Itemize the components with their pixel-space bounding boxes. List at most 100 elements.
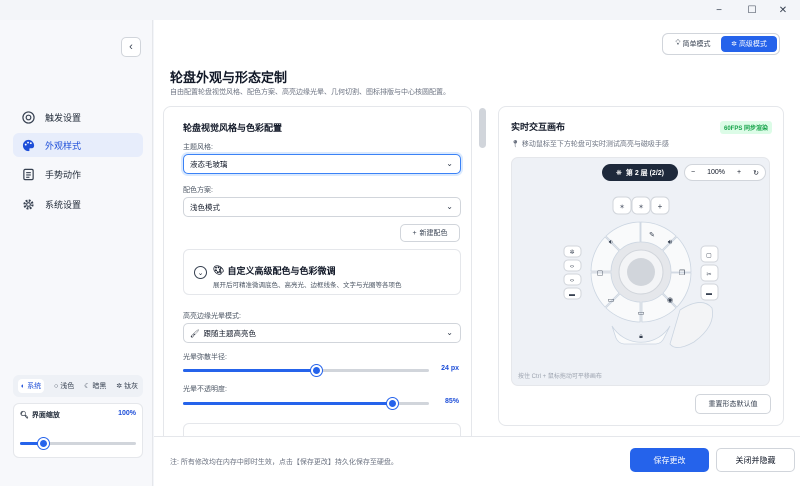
- advanced-color-panel[interactable]: ⌄ 🎨︎ 自定义高级配色与色彩微调 展开后可精准微调底色、高亮光、边框线条、文字与…: [183, 249, 461, 295]
- plus-icon: +: [658, 202, 663, 211]
- advanced-color-subtitle: 展开后可精准微调底色、高亮光、边框线条、文字与光圈等各项色: [213, 282, 402, 289]
- preview-title: 实时交互画布: [511, 122, 566, 132]
- minimize-button[interactable]: −: [704, 2, 734, 18]
- wheel-icon: ✎: [649, 232, 655, 239]
- color-scheme-select[interactable]: 浅色模式 ⌄: [183, 197, 461, 217]
- chevron-down-icon: ⌄: [446, 328, 453, 337]
- copy-icon: ❐: [679, 269, 685, 277]
- wheel-icon: ✶: [638, 203, 644, 211]
- theme-switcher: ◐ 系统 ○ 浅色 ☾ 暗黑 ✲ 钛灰: [13, 375, 143, 397]
- theme-select-value: 液态毛玻璃: [190, 159, 228, 169]
- camera-icon: ◉: [667, 297, 673, 304]
- ui-zoom-label: 🔍︎ 界面缩放: [20, 412, 60, 419]
- lock-icon: 🔒︎: [639, 333, 643, 340]
- glow-radius-slider[interactable]: [183, 365, 429, 376]
- glow-opacity-label: 光晕不透明度:: [183, 386, 227, 393]
- scrollbar[interactable]: [479, 108, 486, 148]
- folder-icon: ▬: [569, 292, 575, 298]
- advanced-mode-button[interactable]: ✲ 高级模式: [721, 36, 777, 52]
- gear-icon: ✲: [569, 249, 574, 256]
- palette-icon: 🎨︎: [213, 265, 225, 275]
- glow-opacity-slider-knob[interactable]: [387, 398, 399, 409]
- wheel-icon: ✶: [619, 203, 625, 211]
- ui-zoom-slider-knob[interactable]: [38, 438, 50, 449]
- glow-opacity-slider[interactable]: [183, 398, 429, 409]
- cut-icon: ✂: [706, 272, 711, 278]
- sidebar: ‹ 触发设置 外观样式 手势动作 系统设置 ◐ 系统 ○ 浅色 ☾ 暗黑 ✲ 钛灰 🔍︎…: [0, 20, 153, 486]
- radial-wheel[interactable]: ✶ ✶ + ✎ 🔊︎ ❐ ◉ ▭ ▭ ▢ 🔉︎ 🔒︎ ✲ ‹› ‹› ▬ ▢ ✂…: [512, 158, 770, 386]
- chevron-down-icon: ⌄: [446, 159, 453, 168]
- theme-option-titanium[interactable]: ✲ 钛灰: [116, 381, 138, 391]
- close-window-button[interactable]: ✕: [768, 2, 798, 18]
- wheel-extra-tile[interactable]: [669, 302, 713, 348]
- footer: 注: 所有修改均在内存中即时生效，点击【保存更改】持久化保存至硬盘。 保存更改 …: [154, 436, 800, 486]
- system-theme-icon: ◐: [20, 382, 26, 390]
- glow-mode-value: 跟随主题高亮色: [203, 328, 257, 338]
- main-panel: 💡︎ 简单模式 ✲ 高级模式 轮盘外观与形态定制 自由配置轮盘视觉风格、配色方案、高…: [154, 20, 800, 486]
- sidebar-item-label: 外观样式: [45, 140, 82, 151]
- sidebar-item-system[interactable]: 系统设置: [13, 192, 143, 216]
- page-subtitle: 自由配置轮盘视觉风格、配色方案、高亮边缘光晕、几何切割、图标排版与中心核圆配置。: [170, 89, 450, 96]
- theme-label: 主题风格:: [183, 144, 213, 151]
- palette-icon: [21, 138, 35, 152]
- preview-card: 实时交互画布 60FPS 同步渲染 📍︎ 移动鼠标至下方轮盘可实时测试高亮与磁吸…: [498, 106, 784, 426]
- reset-shape-button[interactable]: 重置形态默认值: [695, 394, 771, 414]
- close-icon: ✕: [778, 4, 788, 16]
- theme-option-dark[interactable]: ☾ 暗黑: [84, 381, 106, 391]
- minimize-icon: −: [716, 4, 722, 16]
- plus-icon: +: [412, 229, 417, 237]
- title-bar: − ☐ ✕: [0, 0, 800, 20]
- brush-icon: 🖌︎: [190, 328, 200, 338]
- close-hide-button[interactable]: 关闭并隐藏: [716, 448, 795, 472]
- wheel-center-core[interactable]: [627, 258, 655, 286]
- sidebar-item-label: 系统设置: [45, 199, 82, 210]
- monitor-icon: ▭: [638, 310, 645, 317]
- clipboard-icon: ▢: [597, 270, 604, 277]
- speaker-icon: 🔊︎: [668, 239, 673, 246]
- pin-icon: 📍︎: [511, 141, 520, 148]
- advanced-color-title: 🎨︎ 自定义高级配色与色彩微调: [213, 265, 336, 276]
- chevron-down-icon: ⌄: [446, 202, 453, 211]
- code-icon: ‹›: [570, 264, 574, 270]
- ui-zoom-slider[interactable]: [20, 438, 136, 449]
- gear-icon: ✲: [116, 383, 123, 390]
- new-color-scheme-button[interactable]: + 新建配色: [400, 224, 460, 242]
- glow-mode-select[interactable]: 🖌︎ 跟随主题高亮色 ⌄: [183, 323, 461, 343]
- collapse-sidebar-button[interactable]: ‹: [121, 37, 141, 57]
- theme-select[interactable]: 液态毛玻璃 ⌄: [183, 154, 461, 174]
- section-title: 轮盘视觉风格与色彩配置: [183, 123, 283, 133]
- sidebar-item-label: 触发设置: [45, 112, 82, 123]
- sidebar-item-gestures[interactable]: 手势动作: [13, 162, 143, 186]
- sidebar-item-trigger[interactable]: 触发设置: [13, 105, 143, 129]
- gear-icon: ✲: [731, 41, 737, 48]
- search-icon: 🔍︎: [20, 412, 29, 419]
- glow-opacity-slider-fill: [183, 402, 393, 405]
- theme-option-light[interactable]: ○ 浅色: [54, 381, 74, 391]
- speaker-icon: 🔉︎: [609, 239, 613, 246]
- maximize-button[interactable]: ☐: [737, 2, 767, 18]
- sidebar-item-appearance[interactable]: 外观样式: [13, 133, 143, 157]
- glow-radius-label: 光晕弥散半径:: [183, 354, 227, 361]
- glow-opacity-value: 85%: [444, 398, 459, 405]
- glow-radius-slider-knob[interactable]: [310, 365, 322, 376]
- chevron-left-icon: ‹: [129, 41, 133, 53]
- moon-icon: ☾: [84, 383, 91, 390]
- theme-option-system[interactable]: ◐ 系统: [17, 379, 45, 393]
- maximize-icon: ☐: [747, 4, 757, 16]
- chevron-down-icon[interactable]: ⌄: [194, 266, 207, 279]
- style-settings-card: 轮盘视觉风格与色彩配置 主题风格: 液态毛玻璃 ⌄ 配色方案: 浅色模式 ⌄ +…: [163, 106, 472, 446]
- target-icon: [21, 110, 35, 124]
- save-button[interactable]: 保存更改: [630, 448, 709, 472]
- ui-zoom-value: 100%: [118, 410, 136, 417]
- code-icon: ‹›: [570, 278, 574, 284]
- doc-icon: ▢: [706, 253, 712, 259]
- simple-mode-button[interactable]: 💡︎ 简单模式: [665, 36, 721, 52]
- preview-canvas[interactable]: ❋ 第 2 层 (2/2) − 100% + ↻ ✶ ✶ + ✎ 🔊︎ ❐ ◉ …: [511, 157, 770, 386]
- laptop-icon: ▭: [608, 297, 615, 304]
- color-scheme-label: 配色方案:: [183, 187, 213, 194]
- glow-radius-slider-fill: [183, 369, 316, 372]
- fps-badge: 60FPS 同步渲染: [719, 121, 772, 134]
- gear-icon: [21, 197, 35, 211]
- preview-subtitle: 📍︎ 移动鼠标至下方轮盘可实时测试高亮与磁吸手感: [511, 141, 669, 148]
- page-title: 轮盘外观与形态定制: [170, 70, 288, 85]
